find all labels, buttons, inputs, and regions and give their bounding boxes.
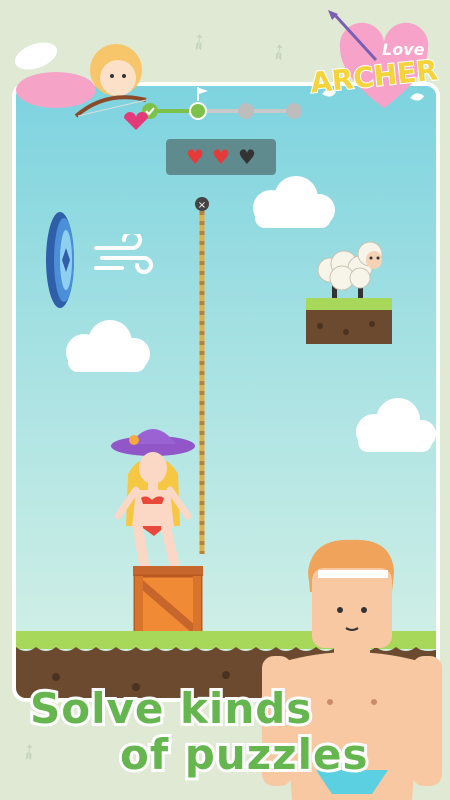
stage-dot-locked: [238, 103, 254, 119]
background-arrow-decoration: ➶: [184, 26, 215, 59]
heart-empty-icon: ♥: [237, 145, 256, 169]
caption-line-1: Solve kinds: [27, 681, 314, 736]
background-arrow-decoration: ➶: [264, 36, 295, 69]
blue-portal-icon[interactable]: [38, 208, 78, 312]
flag-icon: [197, 87, 208, 101]
lives-panel: ♥ ♥ ♥: [166, 139, 276, 175]
cloud: [253, 176, 335, 228]
cloud: [66, 320, 150, 372]
app-logo: Love ARCHER: [308, 10, 450, 120]
stage-dot-current: [189, 102, 207, 120]
svg-text:×: ×: [198, 200, 206, 211]
cupid-character: [14, 42, 148, 130]
floating-platform: [306, 298, 392, 344]
girl-character[interactable]: [108, 416, 198, 566]
stage-dot-locked: [286, 103, 302, 119]
cloud: [356, 398, 436, 452]
heart-full-icon: ♥: [186, 145, 205, 169]
caption-line-2: of puzzles: [117, 727, 370, 782]
promo-caption: Solve kinds of puzzles: [0, 681, 450, 800]
heart-full-icon: ♥: [212, 145, 230, 169]
sheep[interactable]: [312, 234, 392, 302]
wind-icon: [94, 234, 153, 274]
wooden-crate[interactable]: [133, 566, 203, 638]
